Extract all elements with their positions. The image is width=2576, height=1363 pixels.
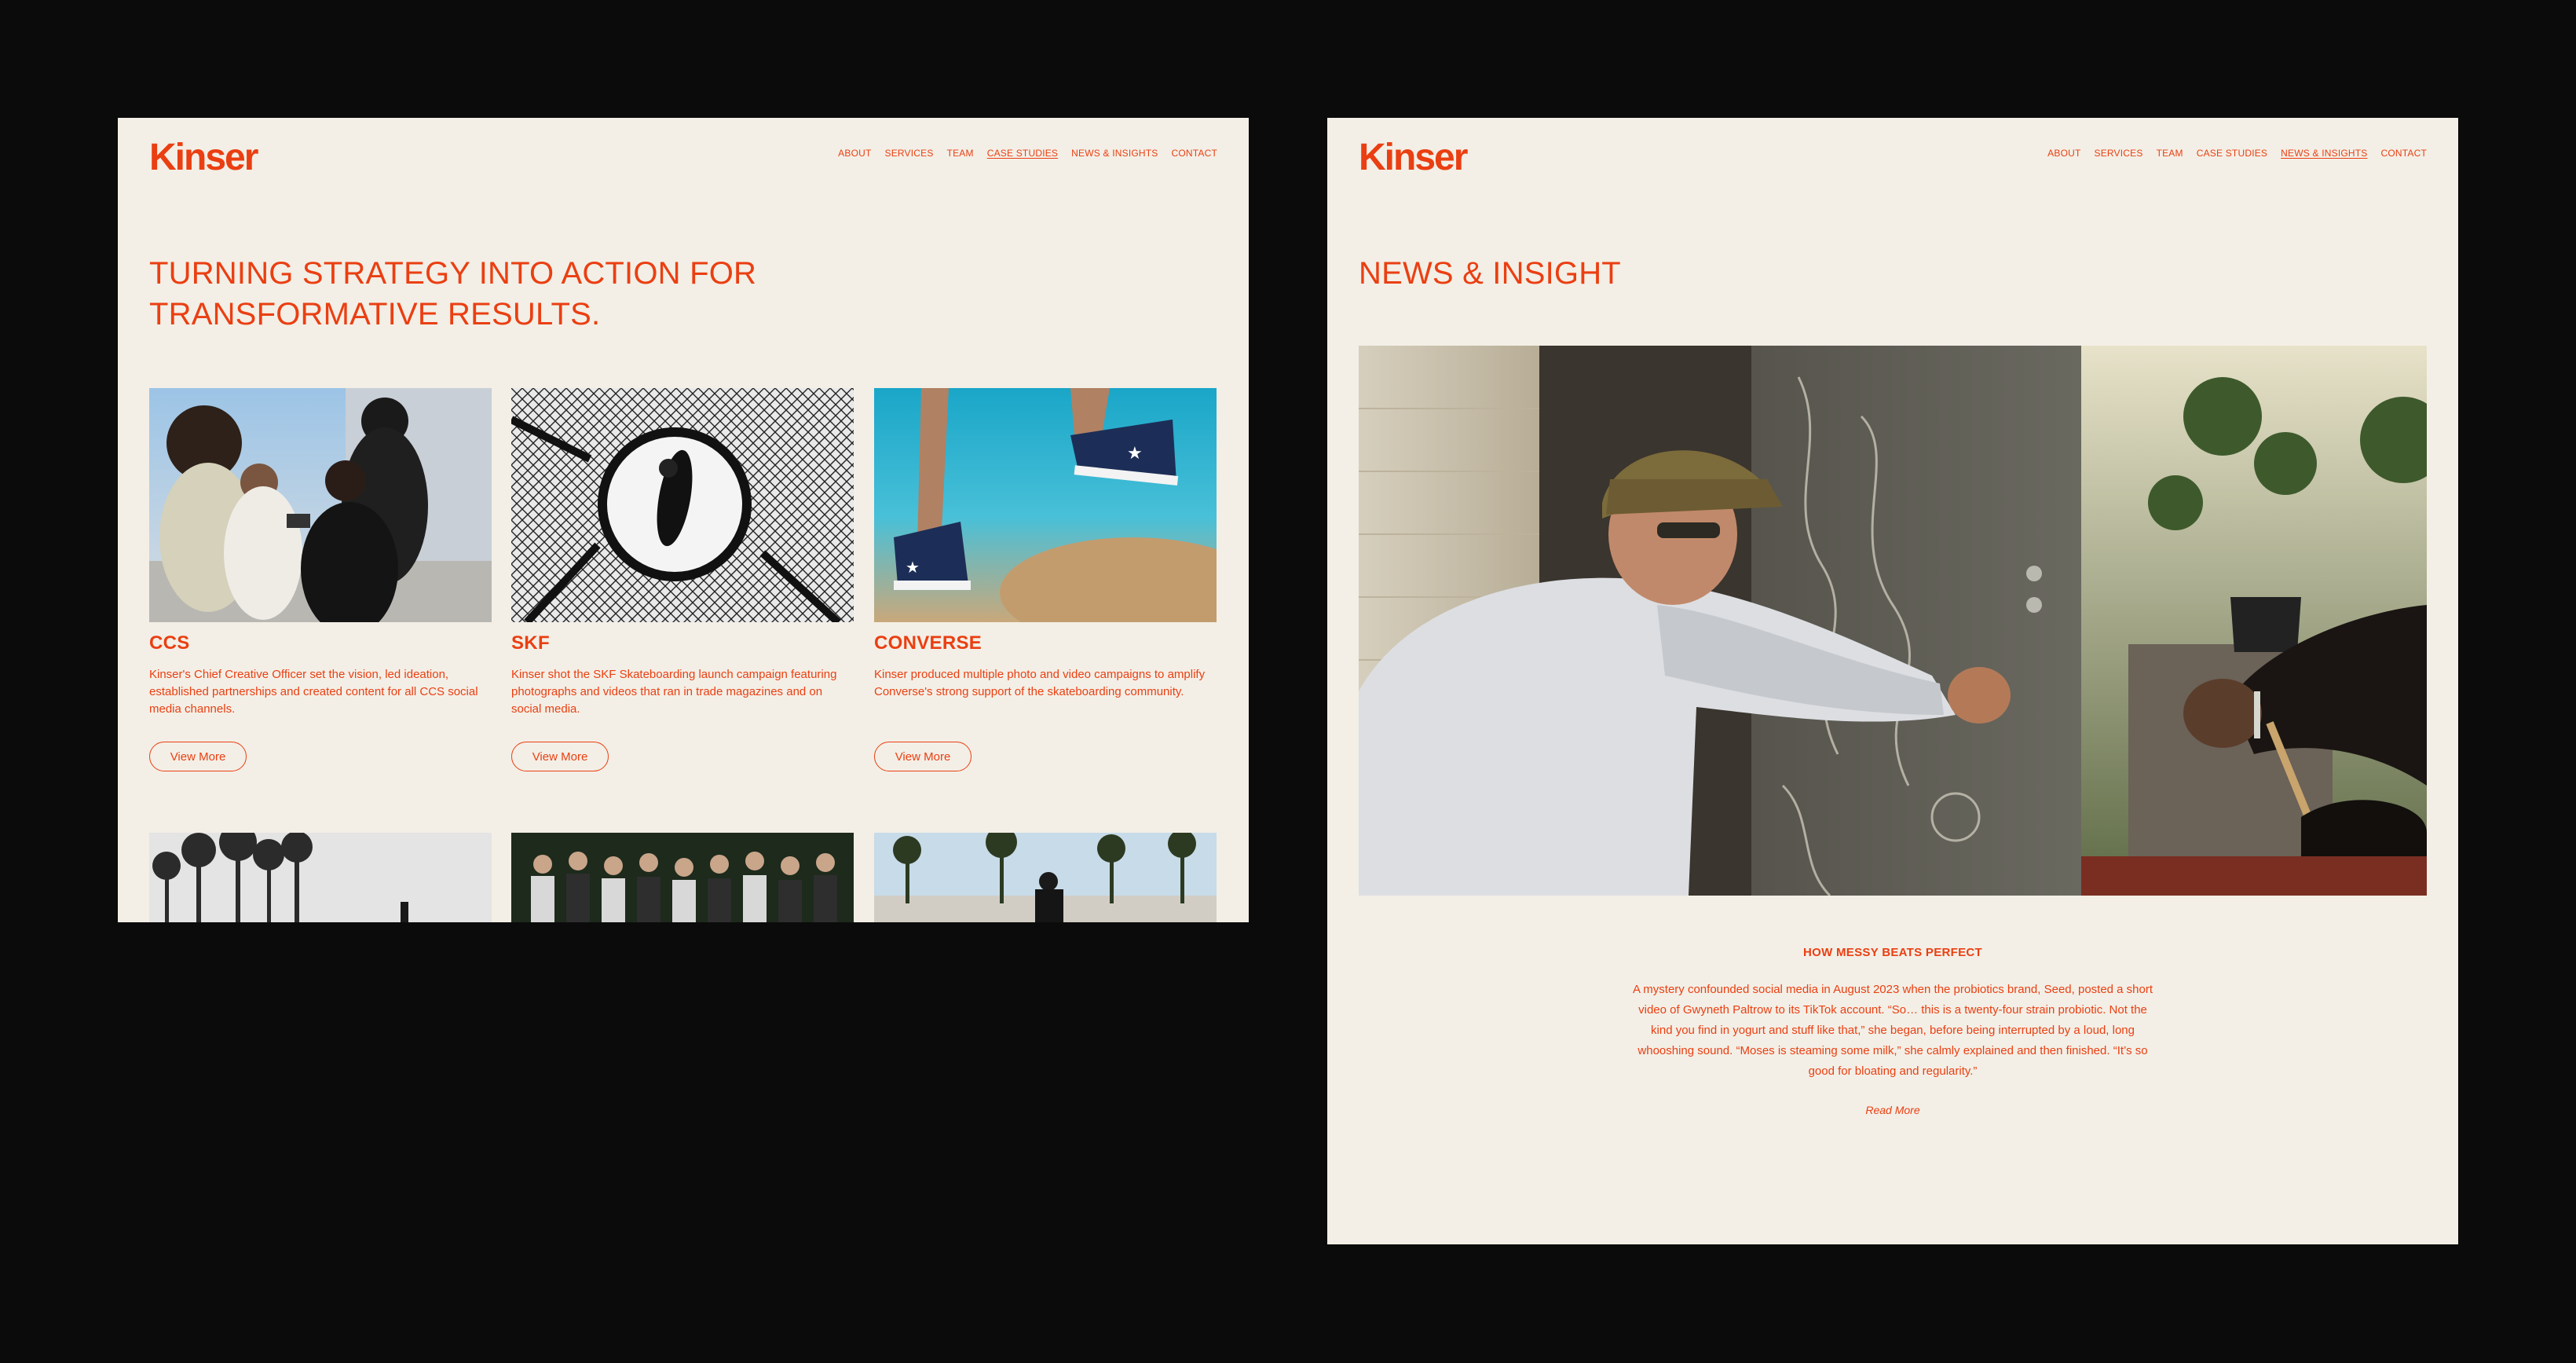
card-title: CONVERSE bbox=[874, 632, 982, 654]
case-studies-page: Kinser ABOUT SERVICES TEAM CASE STUDIES … bbox=[118, 118, 1249, 922]
nav-contact[interactable]: CONTACT bbox=[1171, 148, 1217, 159]
view-more-button[interactable]: View More bbox=[511, 742, 609, 771]
case-thumbnail-palm-trees[interactable] bbox=[149, 833, 492, 922]
news-insight-page: Kinser ABOUT SERVICES TEAM CASE STUDIES … bbox=[1327, 118, 2458, 1244]
card-description: Kinser shot the SKF Skateboarding launch… bbox=[511, 668, 837, 716]
nav-team[interactable]: TEAM bbox=[947, 148, 974, 159]
nav-services[interactable]: SERVICES bbox=[885, 148, 934, 159]
ccs-photo[interactable] bbox=[149, 388, 492, 622]
read-more-link[interactable]: Read More bbox=[1327, 1104, 2458, 1116]
headline-line-1: TURNING STRATEGY INTO ACTION FOR bbox=[149, 256, 757, 291]
nav-case-studies[interactable]: CASE STUDIES bbox=[987, 148, 1058, 159]
svg-text:★: ★ bbox=[1127, 443, 1143, 463]
case-thumbnail-skatepark[interactable] bbox=[874, 833, 1217, 922]
kinser-logo[interactable]: Kinser bbox=[1359, 137, 1478, 176]
article-excerpt: A mystery confounded social media in Aug… bbox=[1632, 983, 2153, 1078]
case-card-ccs: CCS Kinser's Chief Creative Officer set … bbox=[149, 388, 492, 771]
article-title: HOW MESSY BEATS PERFECT bbox=[1802, 946, 1983, 959]
card-title: CCS bbox=[149, 632, 190, 654]
main-nav: ABOUT SERVICES TEAM CASE STUDIES NEWS & … bbox=[2047, 148, 2427, 159]
nav-team[interactable]: TEAM bbox=[2157, 148, 2183, 159]
nav-news-insights[interactable]: NEWS & INSIGHTS bbox=[2281, 148, 2367, 159]
nav-about[interactable]: ABOUT bbox=[2047, 148, 2080, 159]
case-card-converse: ★ ★ CONVERSE Kinser produced multiple ph… bbox=[874, 388, 1217, 771]
view-more-button[interactable]: View More bbox=[874, 742, 971, 771]
headline-line-2: TRANSFORMATIVE RESULTS. bbox=[149, 297, 601, 332]
skf-photo[interactable] bbox=[511, 388, 854, 622]
nav-services[interactable]: SERVICES bbox=[2095, 148, 2143, 159]
view-more-button[interactable]: View More bbox=[149, 742, 247, 771]
svg-text:Kinser: Kinser bbox=[149, 137, 258, 176]
page-title: NEWS & INSIGHT bbox=[1359, 256, 1621, 291]
card-description: Kinser produced multiple photo and video… bbox=[874, 668, 1206, 698]
main-nav: ABOUT SERVICES TEAM CASE STUDIES NEWS & … bbox=[838, 148, 1217, 159]
svg-text:★: ★ bbox=[906, 559, 920, 577]
nav-case-studies[interactable]: CASE STUDIES bbox=[2197, 148, 2267, 159]
hero-photo[interactable] bbox=[1359, 346, 2427, 896]
page-headline: TURNING STRATEGY INTO ACTION FOR TRANSFO… bbox=[149, 253, 856, 335]
converse-photo[interactable]: ★ ★ bbox=[874, 388, 1217, 622]
case-card-skf: SKF Kinser shot the SKF Skateboarding la… bbox=[511, 388, 854, 771]
nav-contact[interactable]: CONTACT bbox=[2380, 148, 2427, 159]
kinser-logo[interactable]: Kinser bbox=[149, 137, 269, 176]
nav-news-insights[interactable]: NEWS & INSIGHTS bbox=[1071, 148, 1158, 159]
nav-about[interactable]: ABOUT bbox=[838, 148, 871, 159]
card-description: Kinser's Chief Creative Officer set the … bbox=[149, 668, 478, 716]
card-title: SKF bbox=[511, 632, 550, 654]
case-thumbnail-crowd[interactable] bbox=[511, 833, 854, 922]
svg-text:Kinser: Kinser bbox=[1359, 137, 1468, 176]
